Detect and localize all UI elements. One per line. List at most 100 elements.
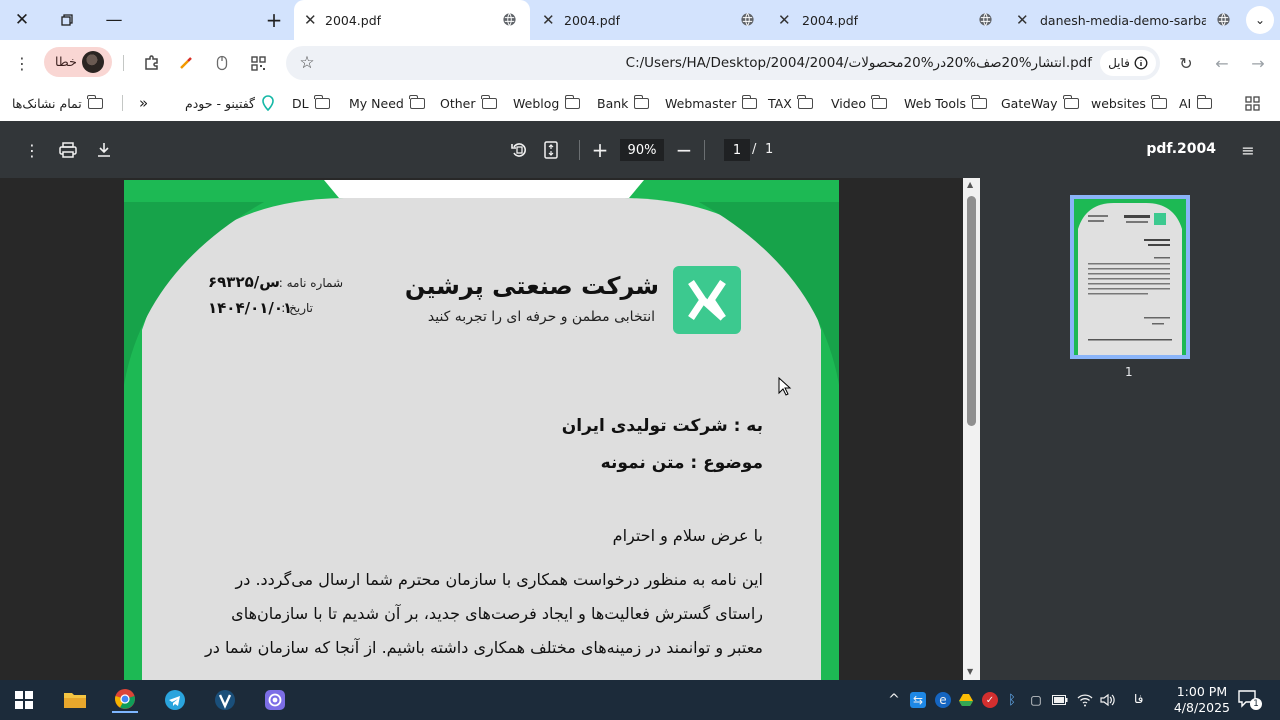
reload-button[interactable]: ↻ bbox=[1174, 51, 1198, 75]
tab-1[interactable]: ✕ 2004.pdf bbox=[294, 0, 530, 40]
tray-antivirus-icon[interactable]: ✓ bbox=[982, 692, 998, 708]
pdf-page: شرکت صنعتی پرشین انتخابی مطمن و حرفه ای … bbox=[124, 180, 839, 680]
input-language[interactable]: فا bbox=[1134, 692, 1143, 706]
url-text[interactable]: C:/Users/HA/Desktop/2004/2004/انتشار%20ص… bbox=[626, 55, 1092, 71]
zoom-in-button[interactable]: + bbox=[588, 138, 612, 162]
bookmark-other[interactable]: Other bbox=[440, 93, 497, 113]
toolbar-divider bbox=[704, 140, 705, 160]
folder-icon bbox=[797, 94, 813, 109]
telegram-button[interactable] bbox=[162, 687, 188, 713]
color-picker-extension[interactable] bbox=[174, 51, 198, 75]
fit-page-button[interactable] bbox=[539, 138, 563, 162]
tab-4[interactable]: ✕ danesh-media-demo-sarbarg-s bbox=[1008, 0, 1240, 40]
chrome-button[interactable] bbox=[112, 687, 138, 713]
tray-drive-icon[interactable] bbox=[958, 692, 974, 708]
forward-button[interactable]: → bbox=[1246, 51, 1270, 75]
vertical-scrollbar[interactable]: ▲ ▼ bbox=[963, 178, 980, 680]
menu-button[interactable]: ⋮ bbox=[10, 51, 34, 75]
system-clock[interactable]: 1:00 PM 4/8/2025 bbox=[1174, 684, 1230, 716]
mouse-extension[interactable] bbox=[210, 51, 234, 75]
body-line-1: این نامه به منظور درخواست همکاری با سازم… bbox=[235, 570, 764, 589]
close-window-button[interactable]: ✕ bbox=[8, 8, 36, 32]
download-button[interactable] bbox=[92, 138, 116, 162]
bookmark-label: Video bbox=[831, 95, 867, 111]
bookmark-ai[interactable]: AI bbox=[1179, 93, 1213, 113]
tray-device-icon[interactable]: ▢ bbox=[1028, 692, 1044, 708]
tab-close-icon[interactable]: ✕ bbox=[542, 11, 555, 29]
pdf-viewport[interactable]: شرکت صنعتی پرشین انتخابی مطمن و حرفه ای … bbox=[0, 178, 963, 680]
zoom-level-field[interactable]: 90% bbox=[620, 139, 664, 161]
page-separator: / bbox=[752, 142, 757, 157]
toolbar-divider bbox=[579, 140, 580, 160]
vpn-app-button[interactable] bbox=[212, 687, 238, 713]
bookmark-webmaster[interactable]: Webmaster bbox=[665, 93, 758, 113]
clock-time: 1:00 PM bbox=[1176, 684, 1228, 699]
bookmark-star-button[interactable]: ☆ bbox=[295, 51, 319, 75]
rotate-button[interactable] bbox=[507, 138, 531, 162]
all-bookmarks-button[interactable]: تمام نشانک‌ها bbox=[12, 93, 103, 113]
tab-close-icon[interactable]: ✕ bbox=[304, 11, 317, 29]
tray-app-1-icon[interactable]: ⇆ bbox=[910, 692, 926, 708]
scroll-down-icon[interactable]: ▼ bbox=[967, 667, 973, 676]
bookmark-weblog[interactable]: Weblog bbox=[513, 93, 581, 113]
wifi-shape-icon bbox=[1077, 694, 1093, 707]
tab-2[interactable]: ✕ 2004.pdf bbox=[532, 0, 768, 40]
wifi-icon[interactable] bbox=[1077, 692, 1093, 708]
file-explorer-button[interactable] bbox=[62, 687, 88, 713]
bookmark-my-need[interactable]: My Need bbox=[349, 93, 425, 113]
battery-icon[interactable] bbox=[1052, 692, 1068, 708]
site-info-chip[interactable]: فایل bbox=[1100, 50, 1156, 76]
download-icon bbox=[98, 143, 110, 157]
bookmark-label: Web Tools bbox=[904, 95, 967, 111]
tab-3[interactable]: ✕ 2004.pdf bbox=[770, 0, 1006, 40]
scrollbar-thumb[interactable] bbox=[967, 196, 976, 426]
volume-icon[interactable] bbox=[1100, 692, 1116, 708]
profile-button[interactable]: خطا bbox=[44, 47, 112, 77]
tab-close-icon[interactable]: ✕ bbox=[1016, 11, 1029, 29]
tray-app-2-icon[interactable]: e bbox=[935, 692, 951, 708]
more-bookmarks-button[interactable]: » bbox=[139, 93, 148, 113]
drive-icon bbox=[959, 694, 973, 706]
bookmark-special-label: گفتینو - حودم bbox=[185, 95, 255, 111]
rotate-icon bbox=[511, 143, 526, 157]
bookmark-video[interactable]: Video bbox=[831, 93, 888, 113]
tab-strip: ✕ — + ✕ 2004.pdf ✕ 2004.pdf ✕ 2004.pdf ✕… bbox=[0, 0, 1280, 40]
bookmark-special[interactable]: گفتینو - حودم bbox=[185, 93, 275, 113]
minimize-icon: — bbox=[105, 10, 123, 30]
recipient-line: به : شرکت تولیدی ایران bbox=[561, 416, 763, 436]
mouse-cursor-icon bbox=[778, 377, 792, 396]
bookmark-dl[interactable]: DL bbox=[292, 93, 330, 113]
scroll-up-icon[interactable]: ▲ bbox=[967, 180, 973, 189]
print-button[interactable] bbox=[56, 138, 80, 162]
show-hidden-icons-button[interactable]: ^ bbox=[886, 692, 902, 708]
restore-icon bbox=[61, 14, 73, 26]
screen-recorder-button[interactable] bbox=[262, 687, 288, 713]
sidebar-toggle-button[interactable]: ≡ bbox=[1236, 138, 1260, 162]
bookmark-websites[interactable]: websites bbox=[1091, 93, 1167, 113]
pdf-more-actions-button[interactable]: ⋮ bbox=[20, 138, 44, 162]
tab-search-button[interactable]: ⌄ bbox=[1246, 6, 1274, 34]
bluetooth-icon[interactable]: ᛒ bbox=[1004, 692, 1020, 708]
mouse-icon bbox=[216, 55, 228, 71]
close-icon: ✕ bbox=[14, 10, 30, 30]
start-button[interactable] bbox=[11, 687, 37, 713]
back-button[interactable]: ← bbox=[1210, 51, 1234, 75]
tab-close-icon[interactable]: ✕ bbox=[778, 11, 791, 29]
restore-window-button[interactable] bbox=[53, 8, 81, 32]
page-thumbnail[interactable] bbox=[1070, 195, 1190, 359]
address-bar[interactable]: ☆ C:/Users/HA/Desktop/2004/2004/انتشار%2… bbox=[286, 46, 1160, 80]
notification-center-button[interactable]: 1 bbox=[1238, 690, 1262, 710]
qr-extension[interactable] bbox=[246, 51, 270, 75]
apps-button[interactable] bbox=[1245, 93, 1260, 113]
page-number-field[interactable]: 1 bbox=[724, 139, 750, 161]
bookmark-label: Bank bbox=[597, 95, 629, 111]
zoom-out-button[interactable]: − bbox=[672, 138, 696, 162]
bookmark-tax[interactable]: TAX bbox=[768, 93, 813, 113]
chevron-up-icon: ^ bbox=[888, 692, 900, 708]
bookmark-web-tools[interactable]: Web Tools bbox=[904, 93, 988, 113]
bookmark-gateway[interactable]: GateWay bbox=[1001, 93, 1079, 113]
bookmark-bank[interactable]: Bank bbox=[597, 93, 650, 113]
new-tab-button[interactable]: + bbox=[260, 8, 288, 32]
minimize-window-button[interactable]: — bbox=[100, 8, 128, 32]
extensions-button[interactable] bbox=[140, 51, 164, 75]
